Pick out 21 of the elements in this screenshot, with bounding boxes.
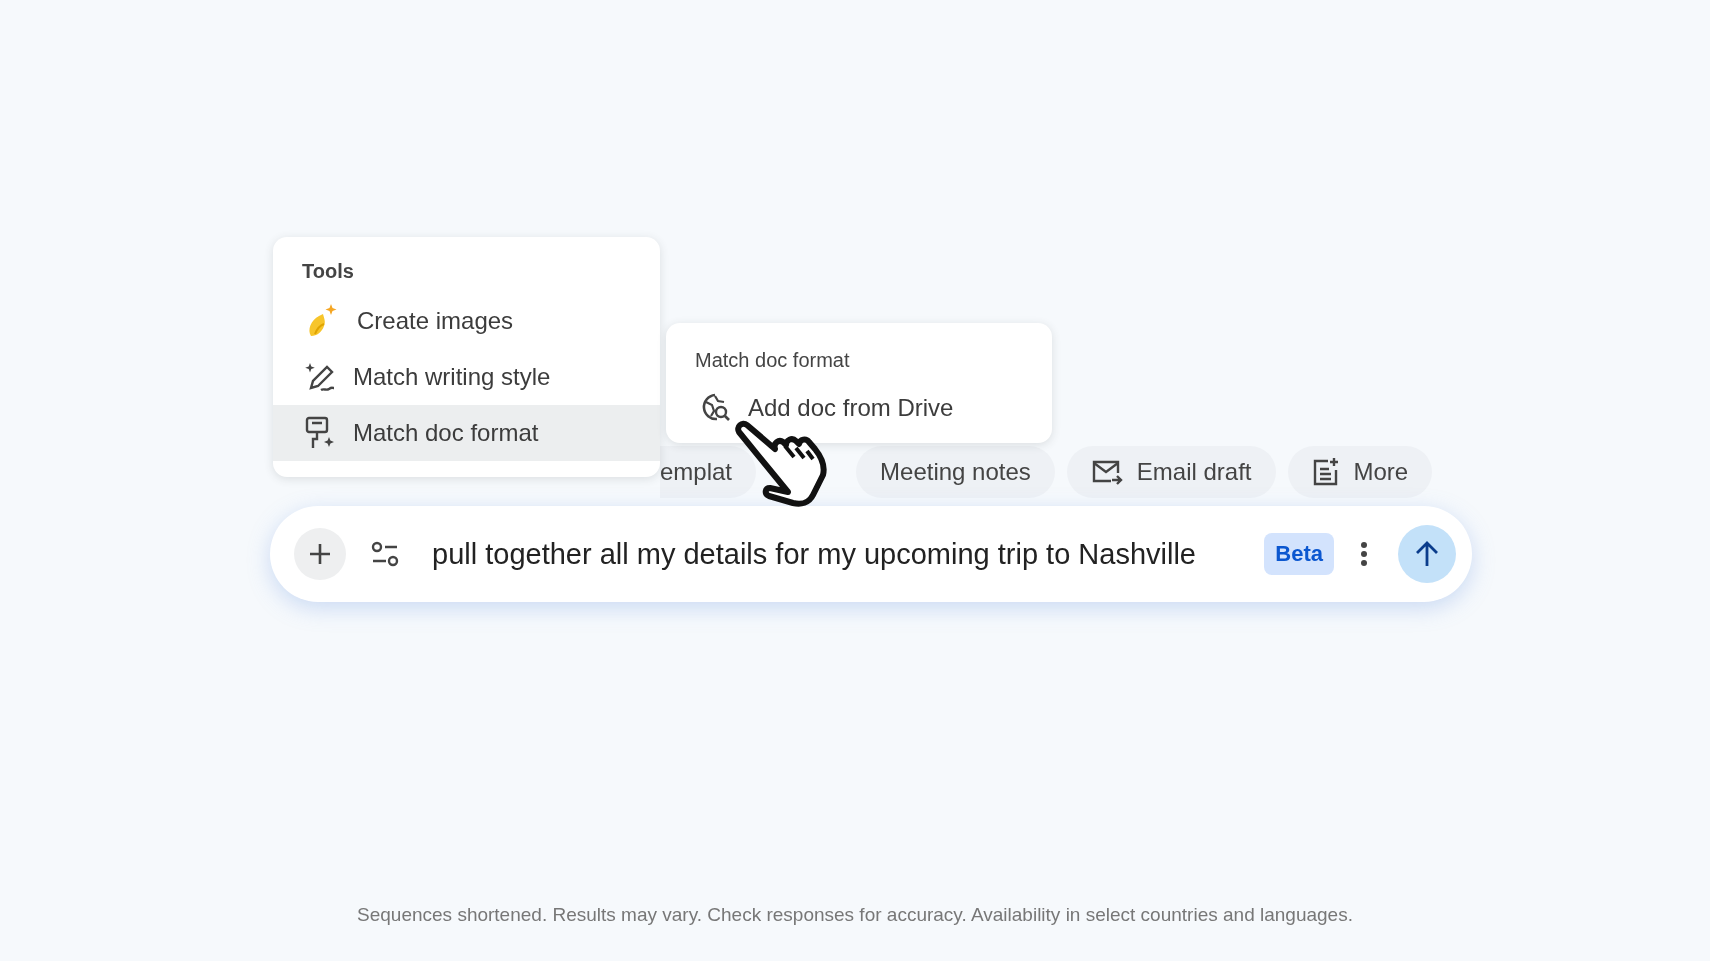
arrow-up-icon [1414, 540, 1440, 568]
menu-title: Tools [301, 259, 354, 284]
prompt-text: pull together all my details for my upcoming trip to Nashville [432, 537, 1197, 571]
more-options-icon[interactable] [1360, 541, 1368, 567]
menu-item[interactable]: Match writing style [273, 349, 660, 405]
sliders-icon[interactable] [370, 540, 400, 568]
menu-item[interactable]: Create images [273, 293, 660, 349]
menu-item[interactable]: Add doc from Drive [666, 379, 1052, 437]
suggestion-chip[interactable]: emplat [660, 446, 757, 498]
menu-item[interactable]: Match doc format [273, 405, 660, 461]
suggestion-chip[interactable]: Meeting notes [856, 446, 1055, 498]
document-add-icon [1311, 457, 1340, 487]
prompt-bar[interactable]: pull together all my details for my upcoming trip to Nashville Beta [270, 506, 1472, 602]
suggestion-chip[interactable]: Email draft [1066, 446, 1276, 498]
beta-badge: Beta [1264, 533, 1334, 575]
plus-icon [308, 542, 332, 566]
mail-icon [1090, 458, 1123, 486]
menu-title: Match doc format [694, 348, 850, 373]
disclaimer-text: Sequences shortened. Results may vary. Check responses for accuracy. Availability in select countries and languages. [357, 904, 1353, 926]
add-button[interactable] [294, 528, 346, 580]
suggestion-chip[interactable]: More [1287, 446, 1433, 498]
